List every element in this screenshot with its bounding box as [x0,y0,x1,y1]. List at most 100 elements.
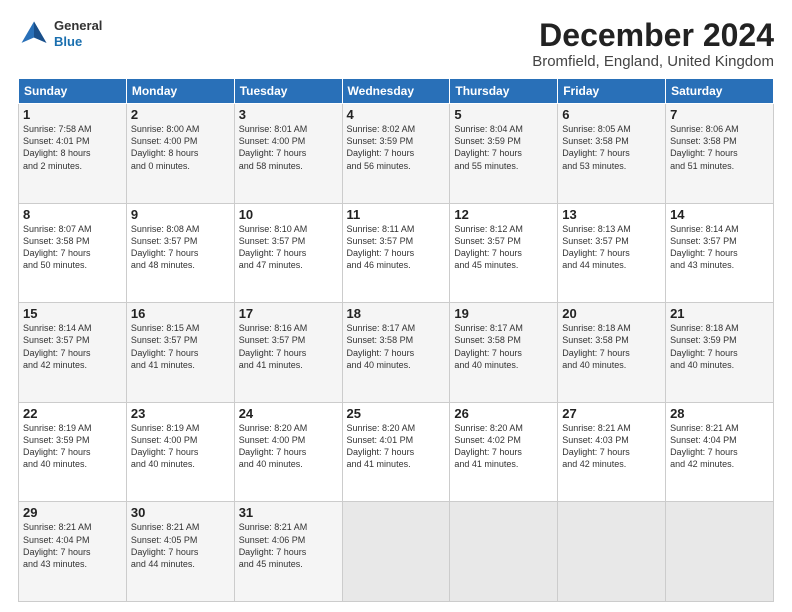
day-info: Sunrise: 8:06 AMSunset: 3:58 PMDaylight:… [670,123,769,172]
day-info: Sunrise: 8:15 AMSunset: 3:57 PMDaylight:… [131,322,230,371]
calendar-cell: 30Sunrise: 8:21 AMSunset: 4:05 PMDayligh… [126,502,234,602]
calendar-cell: 20Sunrise: 8:18 AMSunset: 3:58 PMDayligh… [558,303,666,403]
week-row-3: 15Sunrise: 8:14 AMSunset: 3:57 PMDayligh… [19,303,774,403]
col-friday: Friday [558,79,666,104]
day-info: Sunrise: 8:16 AMSunset: 3:57 PMDaylight:… [239,322,338,371]
day-info: Sunrise: 7:58 AMSunset: 4:01 PMDaylight:… [23,123,122,172]
day-number: 21 [670,306,769,321]
calendar-cell: 27Sunrise: 8:21 AMSunset: 4:03 PMDayligh… [558,402,666,502]
calendar-cell: 13Sunrise: 8:13 AMSunset: 3:57 PMDayligh… [558,203,666,303]
calendar-cell: 17Sunrise: 8:16 AMSunset: 3:57 PMDayligh… [234,303,342,403]
calendar-cell: 23Sunrise: 8:19 AMSunset: 4:00 PMDayligh… [126,402,234,502]
day-number: 6 [562,107,661,122]
day-number: 4 [347,107,446,122]
main-title: December 2024 [532,18,774,53]
day-number: 1 [23,107,122,122]
calendar-cell: 3Sunrise: 8:01 AMSunset: 4:00 PMDaylight… [234,104,342,204]
calendar-cell: 4Sunrise: 8:02 AMSunset: 3:59 PMDaylight… [342,104,450,204]
subtitle: Bromfield, England, United Kingdom [532,53,774,70]
calendar-cell: 6Sunrise: 8:05 AMSunset: 3:58 PMDaylight… [558,104,666,204]
calendar-cell: 28Sunrise: 8:21 AMSunset: 4:04 PMDayligh… [666,402,774,502]
day-number: 8 [23,207,122,222]
calendar-cell: 8Sunrise: 8:07 AMSunset: 3:58 PMDaylight… [19,203,127,303]
col-thursday: Thursday [450,79,558,104]
day-info: Sunrise: 8:05 AMSunset: 3:58 PMDaylight:… [562,123,661,172]
day-info: Sunrise: 8:21 AMSunset: 4:06 PMDaylight:… [239,521,338,570]
day-number: 18 [347,306,446,321]
day-number: 29 [23,505,122,520]
day-number: 17 [239,306,338,321]
day-info: Sunrise: 8:07 AMSunset: 3:58 PMDaylight:… [23,223,122,272]
day-number: 28 [670,406,769,421]
day-info: Sunrise: 8:08 AMSunset: 3:57 PMDaylight:… [131,223,230,272]
day-number: 22 [23,406,122,421]
day-info: Sunrise: 8:21 AMSunset: 4:05 PMDaylight:… [131,521,230,570]
col-wednesday: Wednesday [342,79,450,104]
day-number: 31 [239,505,338,520]
calendar-cell: 21Sunrise: 8:18 AMSunset: 3:59 PMDayligh… [666,303,774,403]
calendar-cell: 10Sunrise: 8:10 AMSunset: 3:57 PMDayligh… [234,203,342,303]
day-number: 5 [454,107,553,122]
col-saturday: Saturday [666,79,774,104]
calendar-cell: 18Sunrise: 8:17 AMSunset: 3:58 PMDayligh… [342,303,450,403]
day-info: Sunrise: 8:10 AMSunset: 3:57 PMDaylight:… [239,223,338,272]
calendar-cell: 14Sunrise: 8:14 AMSunset: 3:57 PMDayligh… [666,203,774,303]
day-number: 25 [347,406,446,421]
day-number: 13 [562,207,661,222]
day-number: 15 [23,306,122,321]
day-info: Sunrise: 8:14 AMSunset: 3:57 PMDaylight:… [670,223,769,272]
col-tuesday: Tuesday [234,79,342,104]
calendar-cell: 22Sunrise: 8:19 AMSunset: 3:59 PMDayligh… [19,402,127,502]
day-info: Sunrise: 8:01 AMSunset: 4:00 PMDaylight:… [239,123,338,172]
calendar-cell: 11Sunrise: 8:11 AMSunset: 3:57 PMDayligh… [342,203,450,303]
calendar-cell: 12Sunrise: 8:12 AMSunset: 3:57 PMDayligh… [450,203,558,303]
header: General Blue December 2024 Bromfield, En… [18,18,774,70]
day-number: 11 [347,207,446,222]
day-number: 23 [131,406,230,421]
logo: General Blue [18,18,102,50]
calendar-cell: 16Sunrise: 8:15 AMSunset: 3:57 PMDayligh… [126,303,234,403]
calendar-cell [666,502,774,602]
day-number: 3 [239,107,338,122]
calendar-header-row: Sunday Monday Tuesday Wednesday Thursday… [19,79,774,104]
day-info: Sunrise: 8:02 AMSunset: 3:59 PMDaylight:… [347,123,446,172]
week-row-1: 1Sunrise: 7:58 AMSunset: 4:01 PMDaylight… [19,104,774,204]
logo-line2: Blue [54,34,82,49]
calendar-cell [450,502,558,602]
day-info: Sunrise: 8:18 AMSunset: 3:58 PMDaylight:… [562,322,661,371]
day-number: 14 [670,207,769,222]
day-info: Sunrise: 8:14 AMSunset: 3:57 PMDaylight:… [23,322,122,371]
day-info: Sunrise: 8:12 AMSunset: 3:57 PMDaylight:… [454,223,553,272]
calendar-cell: 7Sunrise: 8:06 AMSunset: 3:58 PMDaylight… [666,104,774,204]
logo-text: General Blue [54,18,102,49]
day-number: 20 [562,306,661,321]
col-sunday: Sunday [19,79,127,104]
calendar-cell: 5Sunrise: 8:04 AMSunset: 3:59 PMDaylight… [450,104,558,204]
calendar-cell: 24Sunrise: 8:20 AMSunset: 4:00 PMDayligh… [234,402,342,502]
day-number: 24 [239,406,338,421]
calendar-cell [558,502,666,602]
title-block: December 2024 Bromfield, England, United… [532,18,774,70]
calendar-cell: 9Sunrise: 8:08 AMSunset: 3:57 PMDaylight… [126,203,234,303]
day-info: Sunrise: 8:17 AMSunset: 3:58 PMDaylight:… [347,322,446,371]
week-row-5: 29Sunrise: 8:21 AMSunset: 4:04 PMDayligh… [19,502,774,602]
day-info: Sunrise: 8:11 AMSunset: 3:57 PMDaylight:… [347,223,446,272]
calendar-cell: 29Sunrise: 8:21 AMSunset: 4:04 PMDayligh… [19,502,127,602]
day-info: Sunrise: 8:21 AMSunset: 4:04 PMDaylight:… [23,521,122,570]
day-number: 10 [239,207,338,222]
week-row-2: 8Sunrise: 8:07 AMSunset: 3:58 PMDaylight… [19,203,774,303]
day-info: Sunrise: 8:20 AMSunset: 4:01 PMDaylight:… [347,422,446,471]
day-number: 26 [454,406,553,421]
day-info: Sunrise: 8:04 AMSunset: 3:59 PMDaylight:… [454,123,553,172]
calendar-cell: 19Sunrise: 8:17 AMSunset: 3:58 PMDayligh… [450,303,558,403]
calendar-cell: 1Sunrise: 7:58 AMSunset: 4:01 PMDaylight… [19,104,127,204]
day-number: 27 [562,406,661,421]
day-info: Sunrise: 8:19 AMSunset: 4:00 PMDaylight:… [131,422,230,471]
day-info: Sunrise: 8:17 AMSunset: 3:58 PMDaylight:… [454,322,553,371]
day-info: Sunrise: 8:21 AMSunset: 4:03 PMDaylight:… [562,422,661,471]
logo-line1: General [54,18,102,33]
calendar-cell: 2Sunrise: 8:00 AMSunset: 4:00 PMDaylight… [126,104,234,204]
day-info: Sunrise: 8:13 AMSunset: 3:57 PMDaylight:… [562,223,661,272]
day-number: 30 [131,505,230,520]
day-info: Sunrise: 8:18 AMSunset: 3:59 PMDaylight:… [670,322,769,371]
